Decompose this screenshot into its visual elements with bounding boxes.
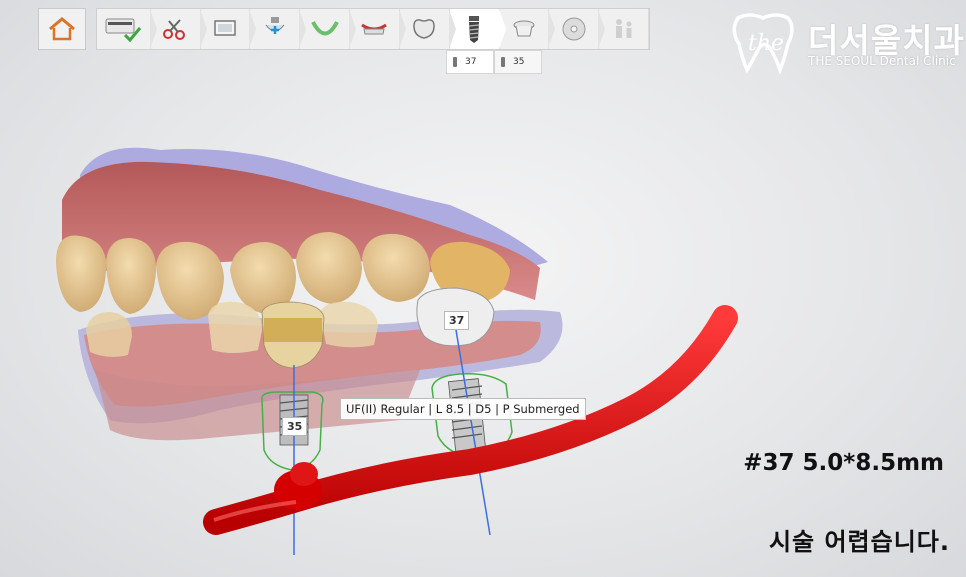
implant-size-caption: #37 5.0*8.5mm [743, 450, 944, 476]
tooth-label-35[interactable]: 35 [282, 417, 308, 436]
implant-spec-tooltip: UF(II) Regular | L 8.5 | D5 | P Submerge… [340, 398, 586, 420]
procedure-note-caption: 시술 어렵습니다. [768, 528, 950, 556]
tooth-label-37[interactable]: 37 [444, 311, 470, 330]
3d-viewport[interactable] [0, 0, 966, 577]
